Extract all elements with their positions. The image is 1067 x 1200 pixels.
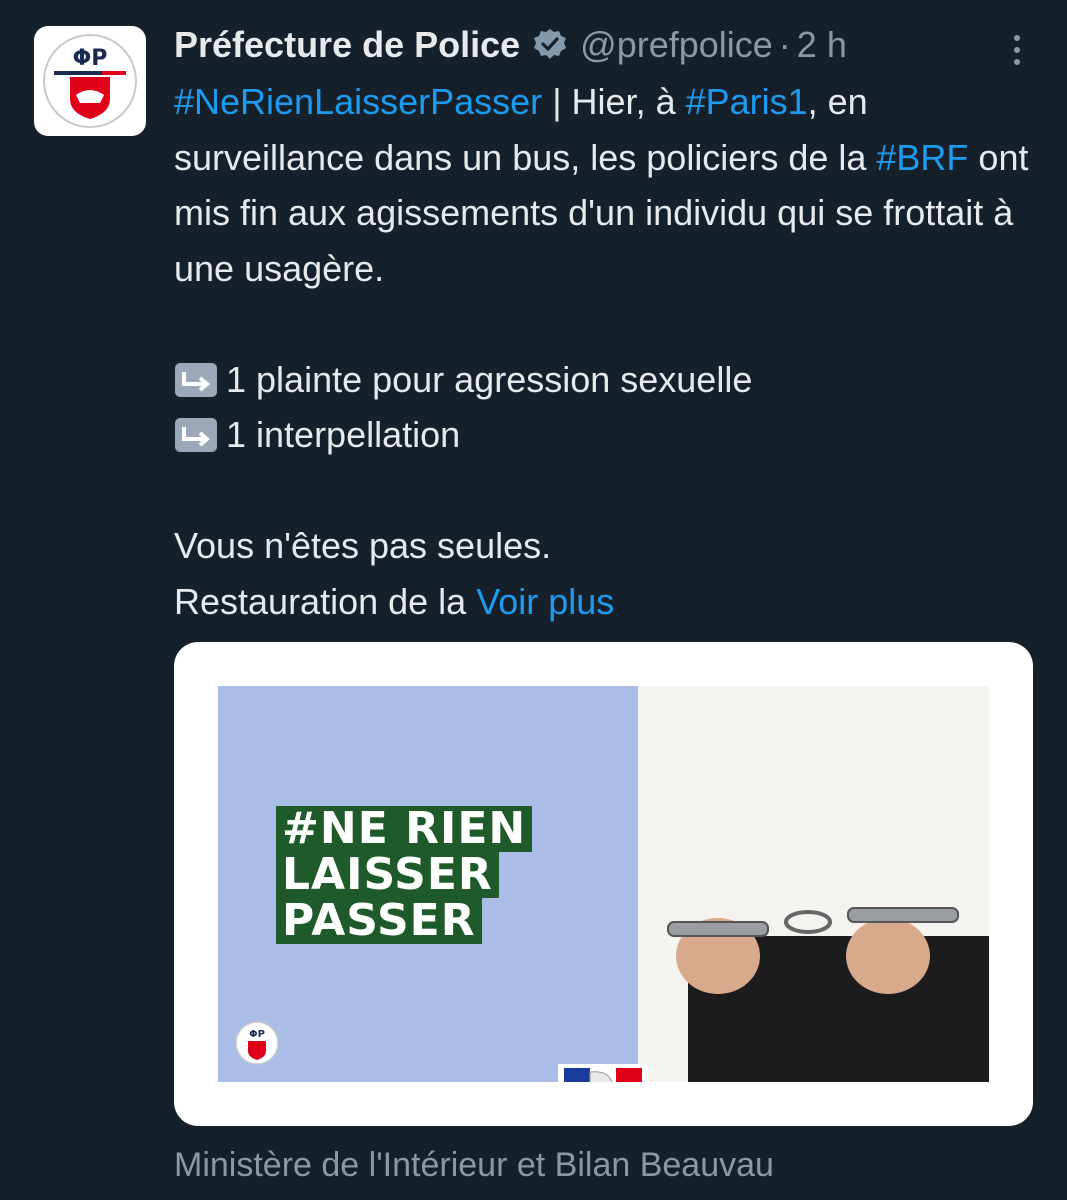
tweet[interactable]: ΦP Préfecture de Police @prefpolice · 2 … xyxy=(0,0,1067,1200)
handle[interactable]: @prefpolice xyxy=(580,24,773,66)
tweet-text-segment: | Hier, à xyxy=(542,81,686,122)
bullet-line: 1 plainte pour agression sexuelle xyxy=(174,352,1034,408)
more-options-icon[interactable] xyxy=(997,30,1037,70)
bullet-text: 1 plainte pour agression sexuelle xyxy=(226,358,753,400)
slogan-line: #NE RIEN xyxy=(276,806,533,852)
slogan-block: #NE RIEN LAISSER PASSER xyxy=(276,806,546,944)
media-image[interactable]: #NE RIEN LAISSER PASSER ΦP xyxy=(218,686,989,1082)
timestamp[interactable]: 2 h xyxy=(797,24,847,66)
slogan-line: PASSER xyxy=(276,898,482,944)
return-arrow-emoji-icon xyxy=(174,358,218,397)
svg-text:ΦP: ΦP xyxy=(73,46,108,71)
hashtag-link[interactable]: #NeRienLaisserPasser xyxy=(174,81,542,122)
tweet-line-seules: Vous n'êtes pas seules. xyxy=(174,525,552,566)
media-card[interactable]: #NE RIEN LAISSER PASSER ΦP xyxy=(174,642,1033,1126)
bullet-line: 1 interpellation xyxy=(174,407,1034,463)
svg-text:ΦP: ΦP xyxy=(249,1029,265,1040)
slogan-line: LAISSER xyxy=(276,852,499,898)
tweet-text-segment: Restauration de la xyxy=(174,580,477,622)
bullet-text: 1 interpellation xyxy=(226,414,461,455)
separator-dot: · xyxy=(778,24,791,65)
display-name[interactable]: Préfecture de Police xyxy=(174,24,520,66)
media-source: Ministère de l'Intérieur et Bilan Beauva… xyxy=(174,1146,774,1184)
voir-plus-link[interactable]: Voir plus xyxy=(476,581,614,622)
tweet-header: Préfecture de Police @prefpolice · 2 h xyxy=(174,20,847,70)
hashtag-link[interactable]: #Paris1 xyxy=(686,81,808,122)
return-arrow-emoji-icon xyxy=(174,413,218,452)
hashtag-link[interactable]: #BRF xyxy=(876,137,968,178)
tweet-paragraph: #NeRienLaisserPasser | Hier, à #Paris1, … xyxy=(174,74,1034,296)
prefecture-police-logo-icon: ΦP xyxy=(43,34,137,128)
tweet-line-restauration: Restauration de la Voir plus xyxy=(174,574,1034,630)
republique-francaise-logo-icon xyxy=(558,1064,648,1082)
prefecture-police-logo-icon: ΦP xyxy=(235,1021,279,1065)
avatar[interactable]: ΦP xyxy=(34,26,146,136)
tweet-text: #NeRienLaisserPasser | Hier, à #Paris1, … xyxy=(174,74,1034,629)
verified-badge-icon xyxy=(532,27,568,63)
